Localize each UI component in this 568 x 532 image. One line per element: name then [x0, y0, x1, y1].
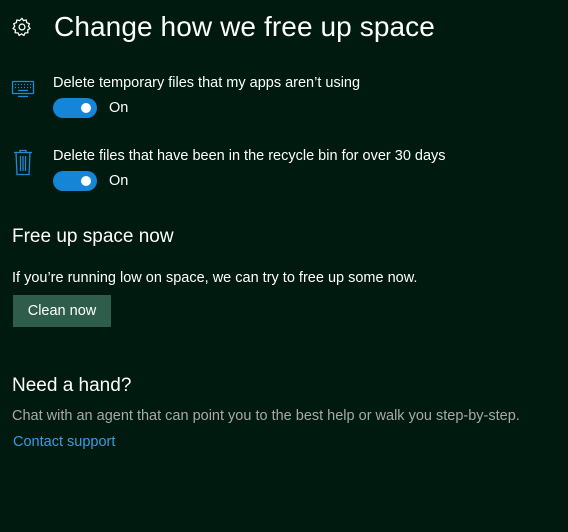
toggle-row: On [53, 171, 128, 191]
setting-temp-files-label: Delete temporary files that my apps aren… [53, 75, 361, 91]
settings-page: Change how we free up space Delete tempo… [0, 0, 568, 532]
clean-now-button[interactable]: Clean now [13, 295, 111, 327]
help-description: Chat with an agent that can point you to… [12, 408, 520, 424]
temp-files-toggle[interactable] [53, 98, 97, 118]
recycle-bin-toggle[interactable] [53, 171, 97, 191]
gear-icon [11, 16, 33, 38]
setting-temp-files: Delete temporary files that my apps aren… [11, 74, 531, 120]
setting-recycle-bin-label: Delete files that have been in the recyc… [53, 148, 446, 164]
trash-icon [11, 147, 35, 176]
help-heading: Need a hand? [12, 375, 132, 396]
toggle-state-label: On [109, 173, 129, 189]
contact-support-link[interactable]: Contact support [13, 433, 115, 451]
page-header: Change how we free up space [11, 10, 435, 44]
toggle-knob [81, 103, 91, 113]
keyboard-icon [11, 74, 35, 100]
page-title: Change how we free up space [54, 11, 435, 42]
free-up-description: If you’re running low on space, we can t… [12, 270, 418, 286]
free-up-heading: Free up space now [12, 226, 174, 247]
toggle-state-label: On [109, 100, 129, 116]
setting-recycle-bin: Delete files that have been in the recyc… [11, 147, 531, 193]
toggle-knob [81, 176, 91, 186]
toggle-row: On [53, 98, 128, 118]
